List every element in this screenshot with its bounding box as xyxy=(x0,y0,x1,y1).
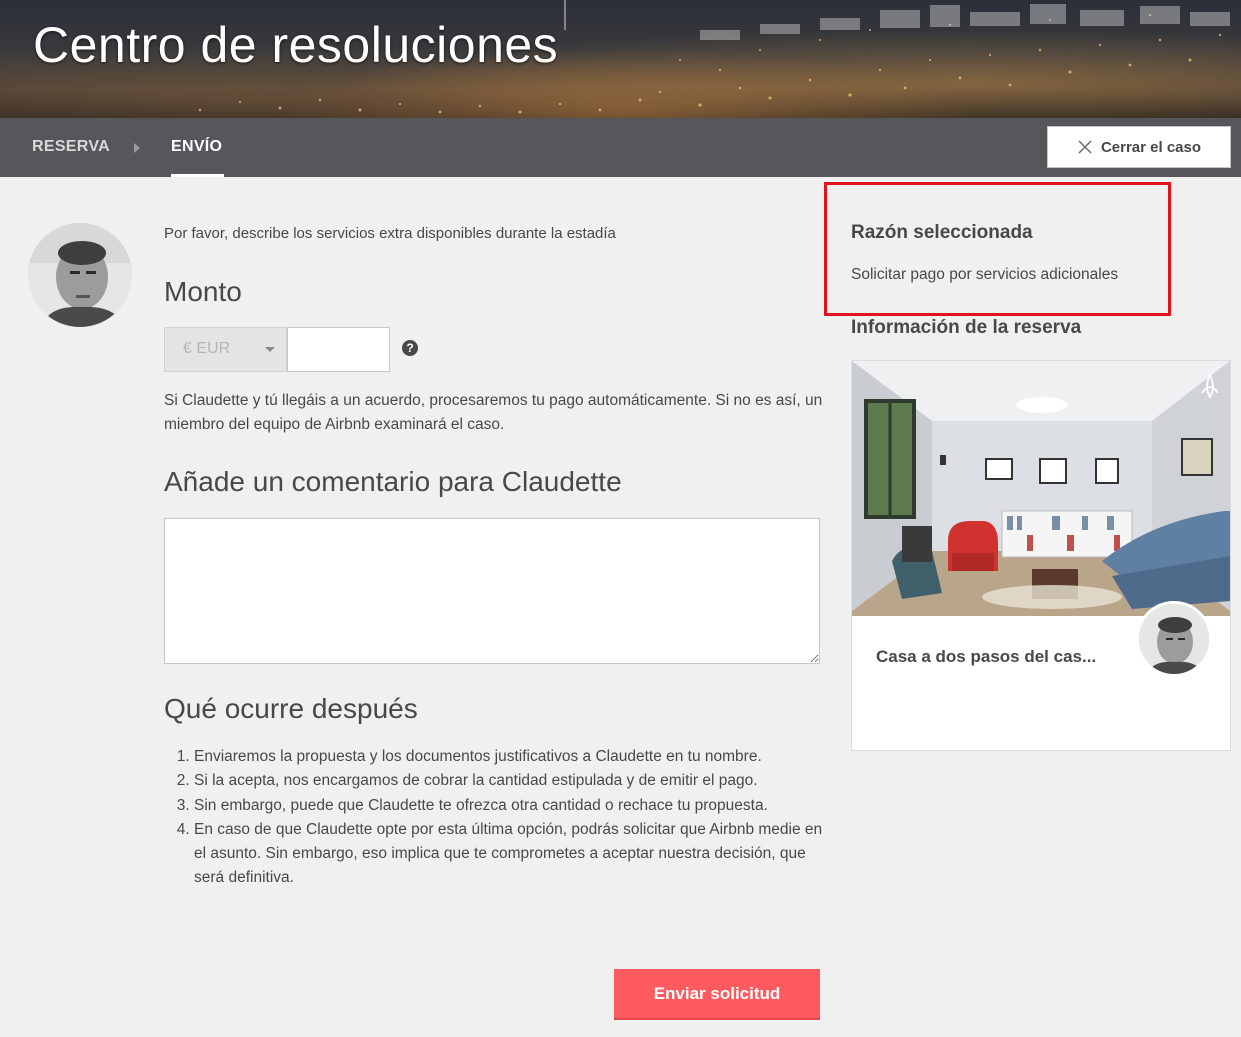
intro-text: Por favor, describe los servicios extra … xyxy=(164,225,616,242)
booking-info-title: Información de la reserva xyxy=(851,317,1082,338)
submit-request-button[interactable]: Enviar solicitud xyxy=(614,969,820,1020)
user-photo xyxy=(28,223,132,327)
hero-banner: Centro de resoluciones xyxy=(0,0,1241,118)
avatar xyxy=(28,223,132,327)
agreement-text: Si Claudette y tú llegáis a un acuerdo, … xyxy=(164,392,823,433)
reason-highlight-box xyxy=(824,182,1171,316)
active-step-indicator xyxy=(171,174,224,177)
next-steps-list: Enviaremos la propuesta y los documentos… xyxy=(164,745,824,891)
nav-step-reserva[interactable]: RESERVA xyxy=(32,138,110,156)
list-item: Si la acepta, nos encargamos de cobrar l… xyxy=(194,769,824,793)
close-case-button[interactable]: Cerrar el caso xyxy=(1047,126,1231,168)
listing-photo xyxy=(852,361,1230,616)
currency-select[interactable]: € EUR xyxy=(164,327,287,372)
listing-card[interactable]: Casa a dos pasos del cas... xyxy=(851,360,1231,751)
comment-heading: Añade un comentario para Claudette xyxy=(164,466,622,497)
listing-name[interactable]: Casa a dos pasos del cas... xyxy=(876,647,1126,667)
help-icon[interactable]: ? xyxy=(402,340,418,356)
amount-heading: Monto xyxy=(164,276,242,307)
close-case-label: Cerrar el caso xyxy=(1100,138,1202,156)
next-steps-heading: Qué ocurre después xyxy=(164,693,418,724)
reason-text: Solicitar pago por servicios adicionales xyxy=(851,266,1119,283)
list-item: Enviaremos la propuesta y los documentos… xyxy=(194,745,824,769)
list-item: Sin embargo, puede que Claudette te ofre… xyxy=(194,794,824,818)
amount-input[interactable] xyxy=(287,327,390,372)
list-item: En caso de que Claudette opte por esta ú… xyxy=(194,818,824,891)
page-title: Centro de resoluciones xyxy=(33,17,559,73)
chevron-down-icon xyxy=(265,347,275,352)
nav-step-envio[interactable]: ENVÍO xyxy=(171,138,222,156)
host-photo xyxy=(1139,604,1209,674)
host-avatar xyxy=(1136,601,1212,677)
close-icon xyxy=(1078,140,1092,154)
currency-value: € EUR xyxy=(183,340,231,357)
comment-textarea[interactable] xyxy=(164,518,820,664)
chevron-right-icon xyxy=(134,143,140,153)
reason-title: Razón seleccionada xyxy=(851,222,1033,243)
